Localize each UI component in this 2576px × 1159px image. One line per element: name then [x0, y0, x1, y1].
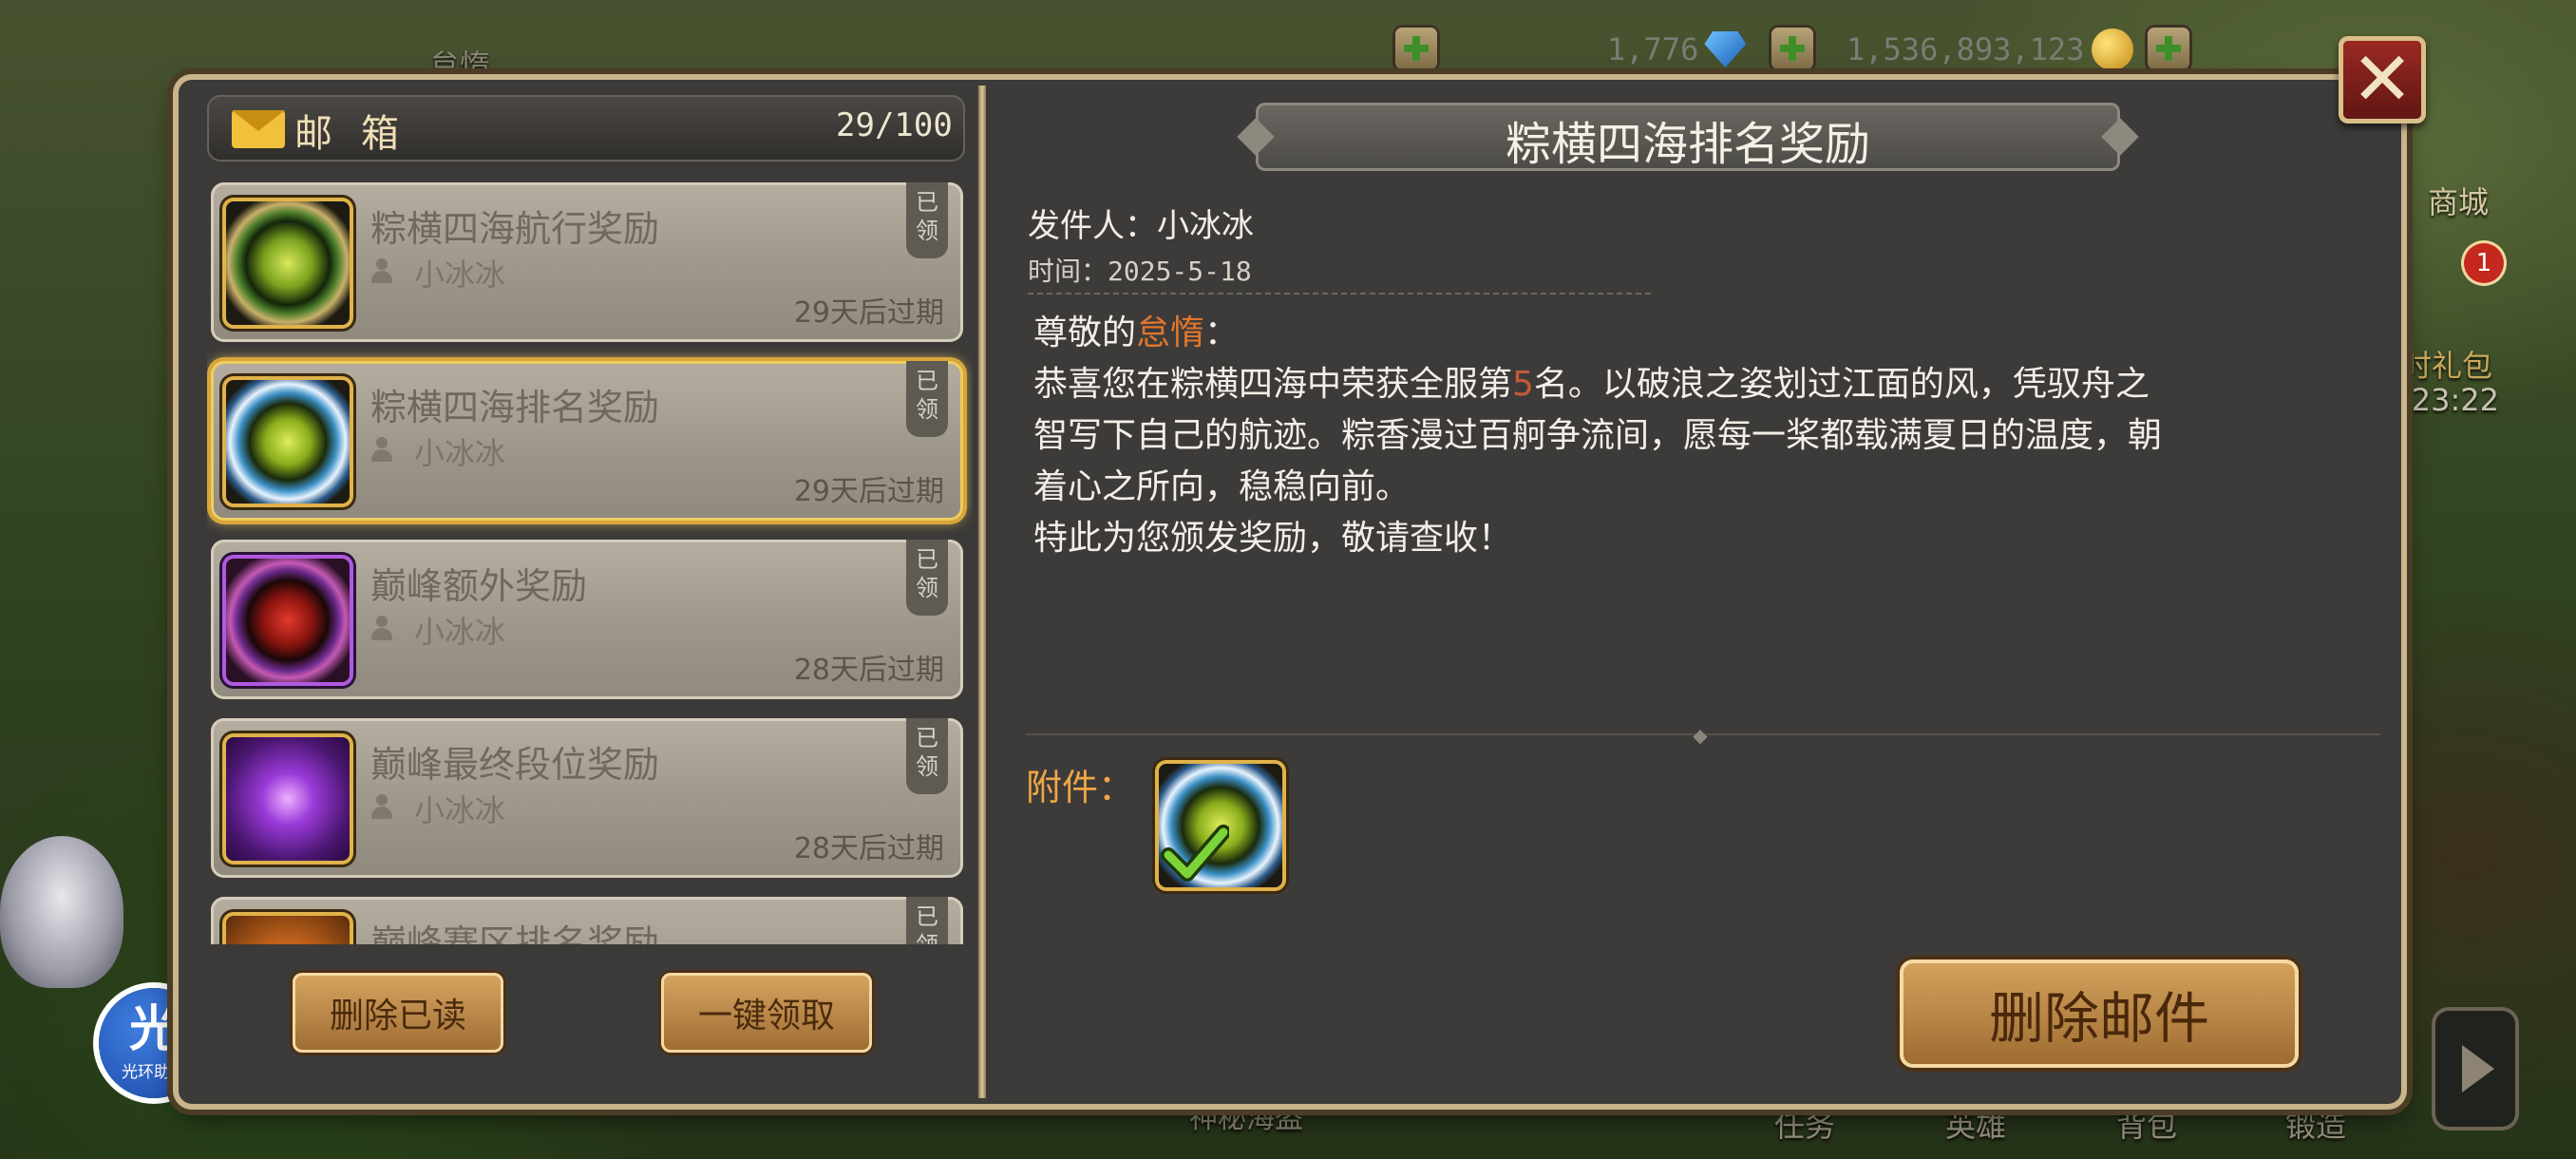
notification-badge: 1 — [2464, 243, 2504, 283]
attachment-label: 附件： — [1026, 767, 1135, 808]
mail-expiry: 28天后过期 — [793, 832, 944, 865]
claimed-tag: 已领 — [906, 718, 948, 794]
dragon-ring-red-icon — [226, 559, 350, 682]
add-gold-button[interactable] — [2145, 25, 2192, 72]
envelope-icon — [232, 110, 285, 148]
greeting-line: 尊敬的怠惰： — [1033, 308, 1239, 359]
gold-display: 1,536,893,123 — [1847, 25, 2134, 74]
diamond-icon — [1704, 31, 1747, 67]
bottom-forge[interactable]: 锻造 — [2285, 1102, 2346, 1146]
gold-value: 1,536,893,123 — [1847, 31, 2085, 67]
body-line-1-a: 恭喜您在粽横四海中荣获全服第 — [1033, 365, 1513, 404]
mail-item-selected[interactable]: 粽横四海排名奖励 小冰冰 29天后过期 已领 — [211, 361, 963, 521]
body-line-2: 智写下自己的航迹。粽香漫过百舸争流间，愿每一桨都载满夏日的温度，朝 — [1033, 416, 2163, 455]
cat-mascot-icon — [0, 836, 123, 988]
mail-sender: 小冰冰 — [414, 256, 506, 293]
mail-item[interactable]: 巅峰最终段位奖励 小冰冰 28天后过期 已领 — [211, 718, 963, 878]
rank-value: 5 — [1512, 365, 1534, 404]
body-line-3: 着心之所向，稳稳向前。 — [1033, 467, 1411, 506]
gems-value: 1,776 — [1607, 31, 1699, 67]
mail-title: 巅峰额外奖励 — [370, 565, 588, 607]
mail-sender: 小冰冰 — [414, 614, 506, 650]
body-line-1: 恭喜您在粽横四海中荣获全服第5名。以破浪之姿划过江面的风，凭驭舟之 — [1033, 359, 2150, 410]
mail-item-partial[interactable]: 巅峰赛区排名奖励 已领 — [211, 897, 963, 944]
claimed-tag: 已领 — [906, 361, 948, 437]
sender-icon — [370, 437, 393, 462]
gold-coins-icon — [2092, 28, 2134, 70]
date-line: 时间：2025-5-18 — [1028, 256, 1252, 287]
gift-label[interactable]: 时礼包 — [2401, 342, 2492, 386]
expand-arrow-button[interactable] — [2432, 1007, 2519, 1130]
gems-display: 1,776 — [1607, 25, 1747, 74]
close-button[interactable]: ✕ — [2339, 36, 2426, 124]
assistant-label: 光环助手 — [122, 1062, 186, 1082]
mailbox-title: 邮箱 — [294, 112, 427, 156]
mail-title: 巅峰赛区排名奖励 — [370, 922, 660, 944]
mail-subject: 粽横四海排名奖励 — [1505, 118, 1870, 171]
bottom-hero[interactable]: 英雄 — [1945, 1102, 2006, 1146]
claimed-check-icon — [1161, 825, 1229, 882]
mail-expiry: 29天后过期 — [793, 296, 944, 330]
mail-item[interactable]: 巅峰额外奖励 小冰冰 28天后过期 已领 — [211, 540, 963, 699]
claimed-tag: 已领 — [906, 540, 948, 616]
bottom-bag[interactable]: 背包 — [2116, 1102, 2177, 1146]
close-icon: ✕ — [2351, 37, 2414, 123]
sender-icon — [370, 794, 393, 819]
mail-title: 粽横四海航行奖励 — [370, 208, 660, 250]
mail-expiry: 28天后过期 — [793, 654, 944, 687]
mail-item[interactable]: 粽横四海航行奖励 小冰冰 29天后过期 已领 — [211, 182, 963, 342]
mail-sender: 小冰冰 — [414, 792, 506, 828]
bottom-task[interactable]: 任务 — [1774, 1102, 1835, 1146]
mail-expiry: 29天后过期 — [793, 475, 944, 508]
greeting-suffix: ： — [1204, 314, 1240, 352]
mail-count: 29/100 — [836, 106, 953, 144]
delete-read-button[interactable]: 删除已读 — [293, 973, 503, 1053]
dragon-ring-blue-icon — [226, 380, 350, 504]
sender-icon — [370, 258, 393, 283]
claimed-tag: 已领 — [906, 182, 948, 258]
mail-title: 粽横四海排名奖励 — [370, 387, 660, 428]
greeting-prefix: 尊敬的 — [1033, 314, 1137, 352]
claim-all-button[interactable]: 一键领取 — [661, 973, 872, 1053]
player-name: 怠惰 — [1136, 314, 1205, 352]
panel-divider — [978, 86, 986, 1098]
orange-item-icon — [226, 916, 350, 944]
add-gems-button[interactable] — [1769, 25, 1816, 72]
mail-title: 巅峰最终段位奖励 — [370, 744, 660, 786]
shop-label[interactable]: 商城 — [2428, 179, 2489, 222]
divider-ornament-icon: ◆ — [1693, 724, 1708, 747]
body-line-4: 特此为您颁发奖励，敬请查收！ — [1033, 519, 1513, 558]
dragon-ring-green-icon — [226, 201, 350, 325]
header-divider — [1028, 293, 1651, 294]
sender-icon — [370, 616, 393, 640]
add-stamina-button[interactable] — [1392, 25, 1440, 72]
delete-mail-button[interactable]: 删除邮件 — [1900, 960, 2299, 1068]
sender-line: 发件人：小冰冰 — [1028, 207, 1254, 245]
mail-list[interactable]: 粽横四海航行奖励 小冰冰 29天后过期 已领 粽横四海排名奖励 小冰冰 29天后… — [207, 177, 973, 944]
body-line-1-b: 名。以破浪之姿划过江面的风，凭驭舟之 — [1533, 365, 2150, 404]
claimed-tag: 已领 — [906, 897, 948, 944]
purple-card-icon — [226, 737, 350, 861]
gift-timer: :23:22 — [2401, 382, 2499, 418]
mail-sender: 小冰冰 — [414, 435, 506, 471]
assistant-glyph: 光 — [128, 1000, 179, 1058]
